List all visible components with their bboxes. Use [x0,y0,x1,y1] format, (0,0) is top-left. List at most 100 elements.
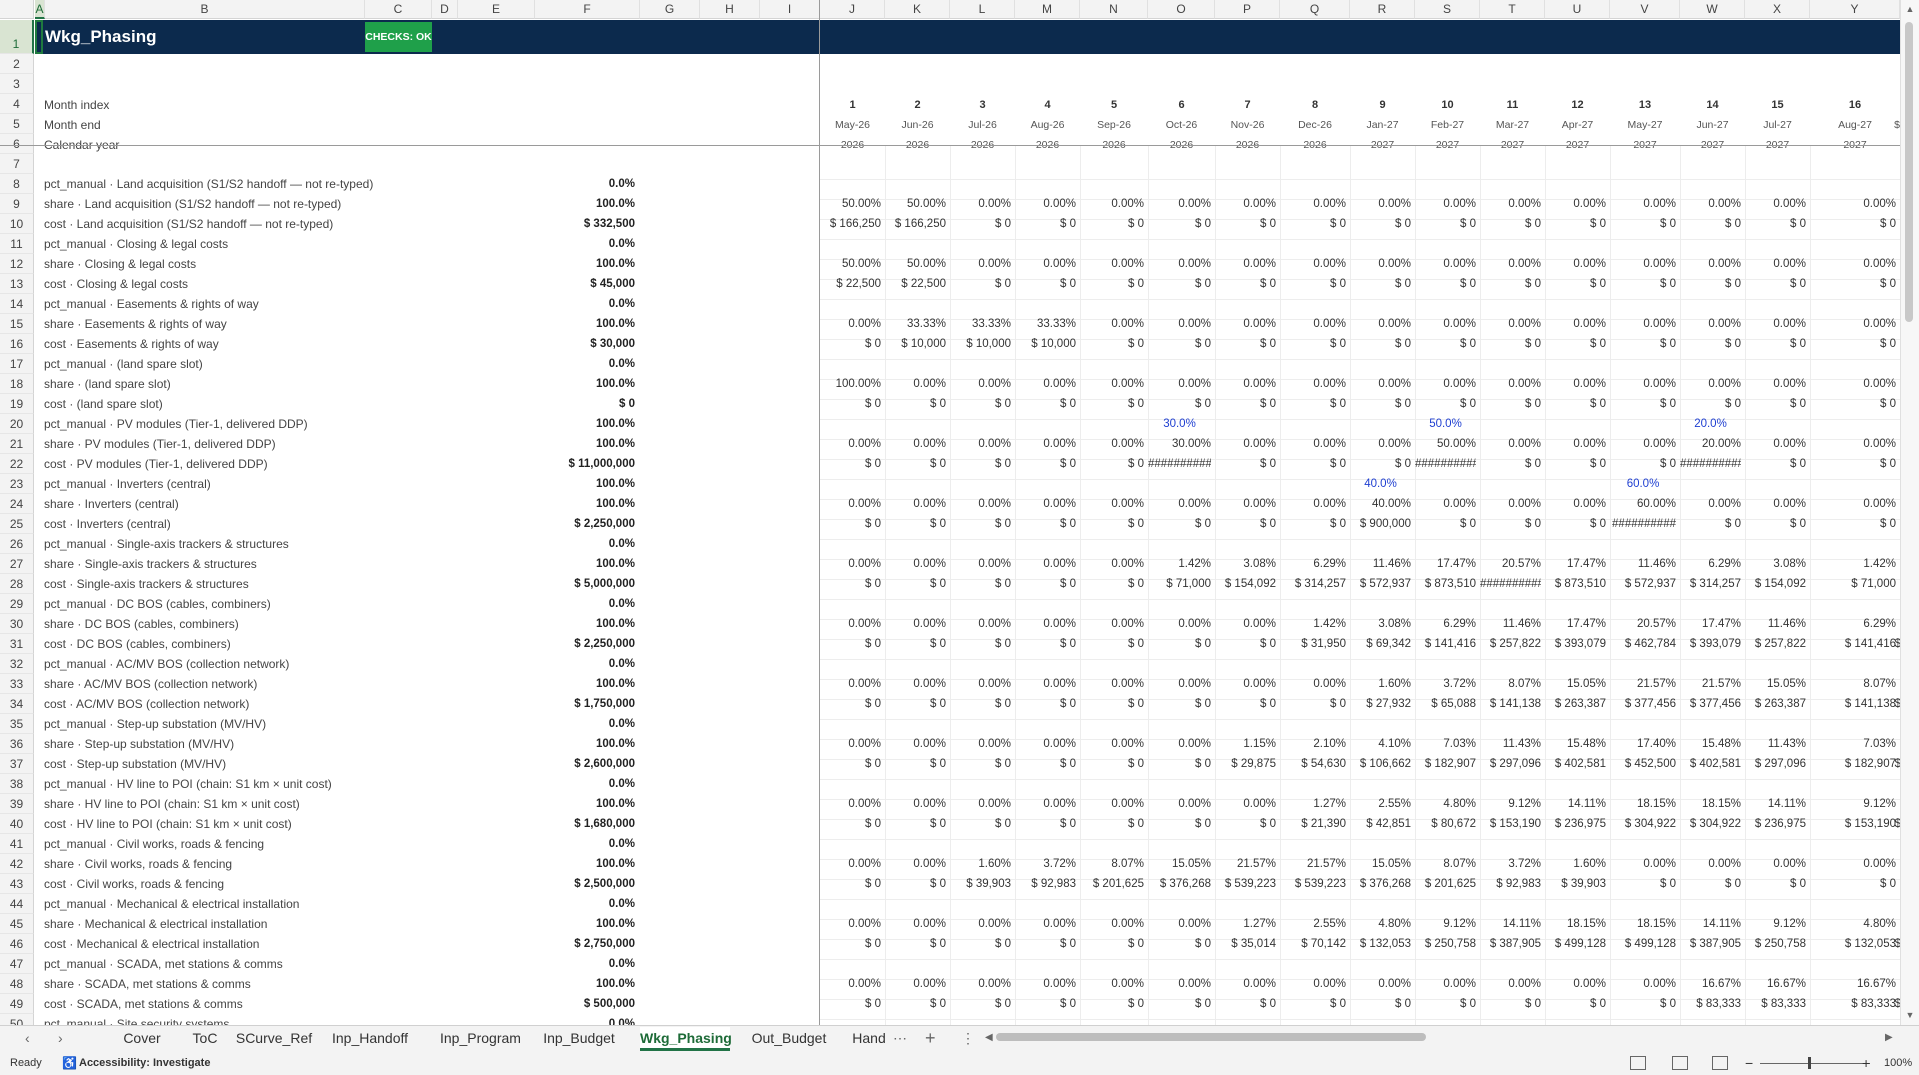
cost-value-cell[interactable]: $ 0 [1415,515,1476,533]
row-header-2[interactable]: 2 [0,54,34,74]
row-header-43[interactable]: 43 [0,874,34,894]
cost-value-cell[interactable]: $ 0 [820,995,881,1013]
cost-value-cell[interactable]: $ 387,905 [1680,935,1741,953]
sheet-tab-out-budget[interactable]: Out_Budget [750,1027,828,1049]
row-header-14[interactable]: 14 [0,294,34,314]
column-header-N[interactable]: N [1080,0,1148,19]
zoom-level[interactable]: 100% [1884,1052,1912,1075]
month-index-cell[interactable]: 6 [1148,96,1215,114]
row-header-23[interactable]: 23 [0,474,34,494]
share-value-cell[interactable]: 1.60% [1545,855,1606,873]
row-total[interactable]: $ 332,500 [540,215,635,233]
share-value-cell[interactable]: 21.57% [1680,675,1741,693]
cost-value-cell[interactable]: $ 0 [1680,275,1741,293]
cost-value-cell[interactable]: $ 0 [1745,515,1806,533]
cost-value-cell[interactable]: $ 0 [885,815,946,833]
cost-value-cell[interactable]: $ 0 [1080,995,1144,1013]
cost-value-cell[interactable]: $ 387,905 [1480,935,1541,953]
cost-value-cell[interactable]: $ 0 [1415,275,1476,293]
row-total[interactable]: 100.0% [540,195,635,213]
row-total[interactable]: $ 5,000,000 [540,575,635,593]
cost-value-cell[interactable]: $ 0 [1480,995,1541,1013]
cost-value-cell[interactable]: $ 539,223 [1280,875,1346,893]
share-value-cell[interactable]: 15.05% [1350,855,1411,873]
cost-value-cell[interactable]: $ 0 [1215,635,1276,653]
share-value-cell[interactable]: 2.55% [1350,795,1411,813]
cost-value-cell[interactable]: $ 0 [1415,395,1476,413]
scroll-up-arrow-icon[interactable]: ▲ [1903,2,1917,16]
month-end-cell[interactable]: Feb-27 [1415,116,1480,134]
column-header-I[interactable]: I [760,0,820,19]
column-header-D[interactable]: D [432,0,458,19]
row-header-35[interactable]: 35 [0,714,34,734]
cost-value-cell[interactable]: ########## [1480,575,1541,593]
cost-value-cell[interactable]: $ 0 [820,755,881,773]
share-value-cell[interactable]: 0.00% [950,615,1011,633]
cost-value-cell[interactable]: $ 0 [1810,215,1896,233]
cost-value-cell[interactable]: $ 29,875 [1215,755,1276,773]
share-value-cell[interactable]: 0.00% [1480,495,1541,513]
cost-value-cell[interactable]: $ 297,096 [1745,755,1806,773]
column-header-K[interactable]: K [885,0,950,19]
cost-value-cell[interactable]: $ 132,053 [1810,935,1896,953]
cost-value-cell[interactable]: $ 0 [885,455,946,473]
cost-value-cell[interactable]: $ 499,128 [1545,935,1606,953]
pct-value-cell[interactable]: 30.0% [1148,415,1211,433]
month-index-cell[interactable]: 8 [1280,96,1350,114]
row-total[interactable]: 0.0% [540,595,635,613]
cost-value-cell[interactable]: $ 0 [1810,275,1896,293]
cost-value-cell[interactable]: $ 0 [1080,515,1144,533]
share-value-cell[interactable]: 0.00% [1610,255,1676,273]
share-value-cell[interactable]: 0.00% [1810,195,1896,213]
cost-value-cell[interactable]: $ 182,907 [1810,755,1896,773]
share-value-cell[interactable]: 1.27% [1215,915,1276,933]
row-total[interactable]: $ 1,750,000 [540,695,635,713]
share-value-cell[interactable]: 0.00% [950,675,1011,693]
cost-value-cell[interactable]: $ 0 [1610,875,1676,893]
cost-value-cell[interactable]: $ 0 [820,635,881,653]
cost-value-cell[interactable]: $ 0 [1745,275,1806,293]
row-total[interactable]: 0.0% [540,535,635,553]
share-value-cell[interactable]: 15.48% [1680,735,1741,753]
cost-value-cell[interactable]: $ 0 [1280,395,1346,413]
cost-value-cell[interactable]: $ 0 [1148,935,1211,953]
row-header-18[interactable]: 18 [0,374,34,394]
share-value-cell[interactable]: 0.00% [885,555,946,573]
month-index-cell[interactable]: 13 [1610,96,1680,114]
month-index-cell[interactable]: 16 [1810,96,1900,114]
share-value-cell[interactable]: 0.00% [1215,615,1276,633]
cost-value-cell[interactable]: $ 83,333 [1810,995,1896,1013]
cost-value-cell[interactable]: $ 0 [950,935,1011,953]
share-value-cell[interactable]: 0.00% [1015,435,1076,453]
share-value-cell[interactable]: 0.00% [950,495,1011,513]
share-value-cell[interactable]: 0.00% [950,975,1011,993]
column-header-L[interactable]: L [950,0,1015,19]
share-value-cell[interactable]: 0.00% [1680,195,1741,213]
row-total[interactable]: 0.0% [540,955,635,973]
cost-value-cell[interactable]: $ 0 [1610,215,1676,233]
cost-value-cell[interactable]: $ 0 [1280,335,1346,353]
cost-value-cell[interactable]: $ 0 [1015,635,1076,653]
share-value-cell[interactable]: 21.57% [1280,855,1346,873]
cost-value-cell[interactable]: $ 141,138 [1480,695,1541,713]
cost-value-cell[interactable]: $ 141,416 [1415,635,1476,653]
share-value-cell[interactable]: 0.00% [1015,255,1076,273]
cost-value-cell[interactable]: $ 0 [950,575,1011,593]
share-value-cell[interactable]: 0.00% [885,795,946,813]
share-value-cell[interactable]: 6.29% [1680,555,1741,573]
share-value-cell[interactable]: 11.46% [1610,555,1676,573]
zoom-in-icon[interactable]: + [1862,1052,1870,1075]
share-value-cell[interactable]: 0.00% [950,195,1011,213]
share-value-cell[interactable]: 0.00% [1080,975,1144,993]
share-value-cell[interactable]: 0.00% [820,915,881,933]
row-header-25[interactable]: 25 [0,514,34,534]
column-header-S[interactable]: S [1415,0,1480,19]
cost-value-cell[interactable]: $ 0 [1280,275,1346,293]
more-tabs-icon[interactable]: ⋯ [893,1027,907,1049]
share-value-cell[interactable]: 0.00% [950,435,1011,453]
cost-value-cell[interactable]: $ 0 [820,815,881,833]
row-header-42[interactable]: 42 [0,854,34,874]
share-value-cell[interactable]: 20.00% [1680,435,1741,453]
cost-value-cell[interactable]: $ 0 [1480,215,1541,233]
row-total[interactable]: $ 2,250,000 [540,635,635,653]
